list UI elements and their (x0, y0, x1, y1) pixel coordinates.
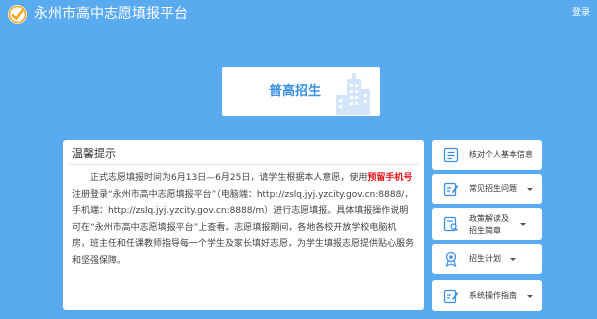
login-link[interactable]: 登录 (572, 7, 590, 19)
guide-edit-icon (443, 289, 459, 304)
chevron-down-icon (527, 295, 533, 298)
guide-button[interactable]: 系统操作指南 (432, 280, 542, 311)
verify-info-button[interactable]: 核对个人基本信息 (432, 140, 542, 170)
chevron-down-icon (527, 188, 533, 191)
verify-info-label: 核对个人基本信息 (469, 150, 533, 159)
top-bar: 永州市高中志愿填报平台 登录 (0, 0, 597, 28)
notice-text-after: 注册登录“永州市高中志愿填报平台”（电脑端：http://zslq.jyj.yz… (72, 189, 415, 266)
chevron-down-icon (510, 258, 516, 261)
notice-body: 正式志愿填报时间为6月13日—6月25日，请学生根据本人意愿，使用预留手机号注册… (72, 170, 414, 269)
guide-label: 系统操作指南 (469, 291, 517, 300)
plan-button[interactable]: 招生计划 (432, 244, 542, 274)
list-icon (443, 147, 459, 163)
plan-label: 招生计划 (469, 254, 501, 263)
policy-label-line2: 招生简章 (469, 226, 501, 235)
edit-icon (443, 182, 459, 197)
general-admission-card[interactable]: 普高招生 (222, 67, 380, 116)
document-search-icon (443, 216, 458, 232)
badge-icon (445, 251, 457, 267)
app-title: 永州市高中志愿填报平台 (34, 6, 188, 22)
chevron-down-icon (520, 223, 526, 226)
general-admission-label: 普高招生 (269, 84, 322, 99)
faq-button[interactable]: 常见招生问题 (432, 174, 542, 204)
notice-panel: 温馨提示 正式志愿填报时间为6月13日—6月25日，请学生根据本人意愿，使用预留… (63, 140, 424, 310)
logo (8, 5, 27, 24)
notice-text-before: 正式志愿填报时间为6月13日—6月25日，请学生根据本人意愿，使用 (90, 173, 368, 183)
city-buildings-icon (336, 73, 370, 115)
policy-label-line1: 政策解读及 (469, 214, 509, 223)
notice-title: 温馨提示 (72, 147, 116, 160)
notice-divider (69, 164, 418, 165)
policy-button[interactable]: 政策解读及 招生简章 (432, 208, 542, 240)
faq-label: 常见招生问题 (469, 184, 517, 193)
logo-icon (8, 5, 27, 24)
notice-highlight: 预留手机号 (367, 173, 413, 183)
